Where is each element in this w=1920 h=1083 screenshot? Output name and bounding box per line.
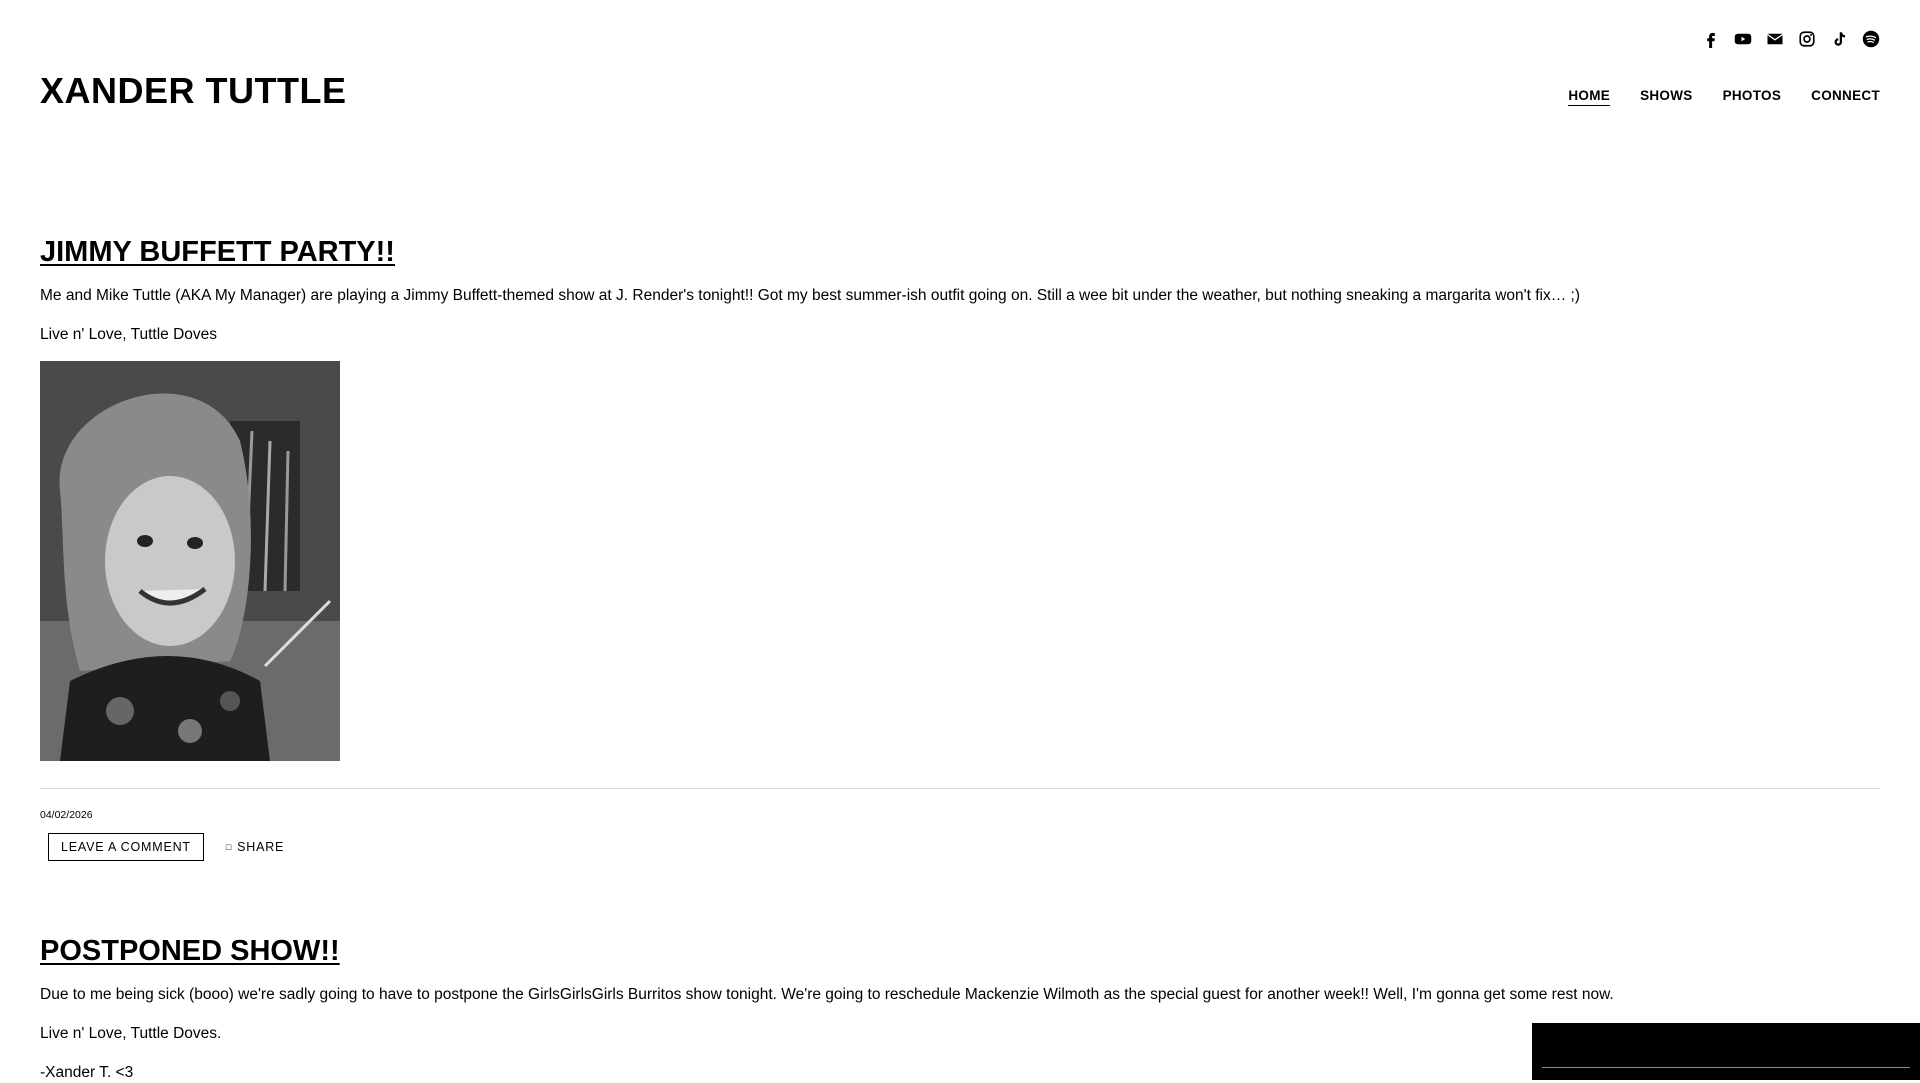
- post-signoff: Live n' Love, Tuttle Doves: [40, 326, 218, 343]
- nav-connect[interactable]: CONNECT: [1811, 88, 1880, 106]
- nav-photos[interactable]: PHOTOS: [1723, 88, 1782, 106]
- facebook-icon[interactable]: [1702, 30, 1720, 48]
- share-label: SHARE: [237, 840, 285, 854]
- player-progress-bar[interactable]: [1542, 1067, 1910, 1068]
- post-title-link[interactable]: JIMMY BUFFETT PARTY!!: [40, 236, 395, 268]
- share-button[interactable]: □ SHARE: [226, 840, 284, 854]
- post-divider: [40, 788, 1880, 789]
- blog-post: JIMMY BUFFETT PARTY!! Me and Mike Tuttle…: [40, 236, 1880, 861]
- music-player: [1532, 1023, 1920, 1080]
- post-date: 04/02/2026: [40, 809, 93, 821]
- share-icon: □: [225, 842, 233, 852]
- main-nav: HOME SHOWS PHOTOS CONNECT: [1568, 88, 1880, 106]
- leave-comment-button[interactable]: LEAVE A COMMENT: [48, 833, 204, 861]
- spotify-icon[interactable]: [1862, 30, 1880, 48]
- instagram-icon[interactable]: [1798, 30, 1816, 48]
- post-paragraph: Me and Mike Tuttle (AKA My Manager) are …: [40, 287, 1581, 304]
- nav-shows[interactable]: SHOWS: [1640, 88, 1693, 106]
- post-paragraph: Due to me being sick (booo) we're sadly …: [40, 986, 1614, 1003]
- tiktok-icon[interactable]: [1830, 30, 1848, 48]
- post-title: POSTPONED SHOW!!: [40, 935, 1880, 968]
- site-title[interactable]: XANDER TUTTLE: [40, 70, 347, 112]
- post-photo[interactable]: [40, 361, 340, 761]
- post-actions: LEAVE A COMMENT □ SHARE: [40, 833, 1880, 861]
- post-title-link[interactable]: POSTPONED SHOW!!: [40, 935, 340, 967]
- email-icon[interactable]: [1766, 30, 1784, 48]
- social-links: [1702, 30, 1880, 48]
- youtube-icon[interactable]: [1734, 30, 1752, 48]
- post-title: JIMMY BUFFETT PARTY!!: [40, 236, 1880, 269]
- nav-home[interactable]: HOME: [1568, 88, 1611, 106]
